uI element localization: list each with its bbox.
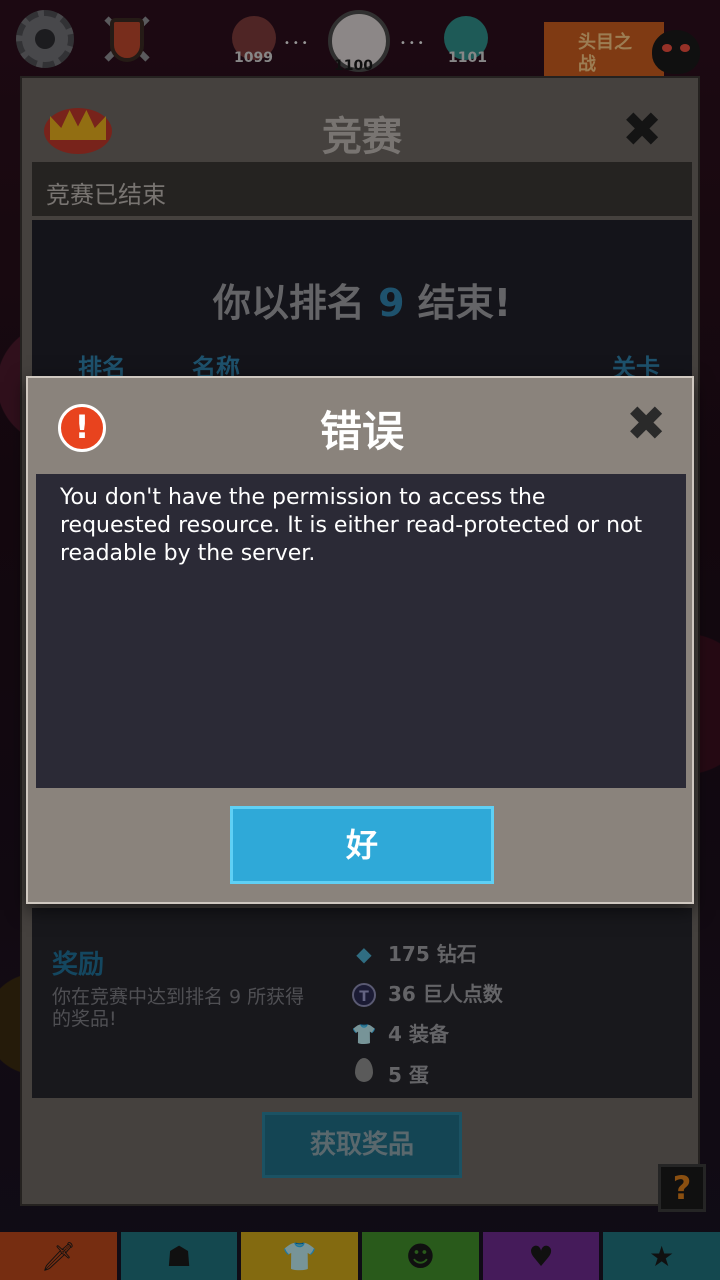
error-message: You don't have the permission to access …	[60, 485, 643, 566]
ok-button[interactable]: 好	[230, 806, 494, 884]
error-dialog: ! 错误 ✖ You don't have the permission to …	[26, 376, 694, 904]
error-dialog-title: 错误	[319, 407, 404, 456]
error-message-area: You don't have the permission to access …	[36, 474, 686, 788]
error-close-icon[interactable]: ✖	[626, 400, 666, 448]
